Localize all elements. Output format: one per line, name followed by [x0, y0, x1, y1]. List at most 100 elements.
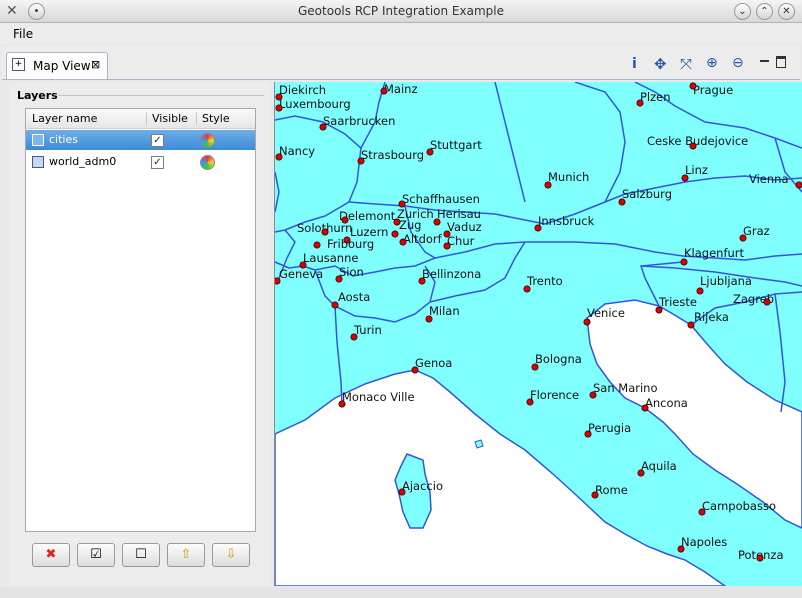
maximize-view-icon[interactable] — [776, 56, 786, 68]
column-header-layer-name[interactable]: Layer name — [32, 112, 97, 125]
city-label: Ljubljana — [700, 274, 752, 288]
city-label: Innsbruck — [538, 214, 595, 228]
visible-checkbox[interactable]: ✓ — [151, 156, 164, 169]
city-point[interactable] — [411, 366, 419, 374]
city-point[interactable] — [637, 469, 645, 477]
city-point[interactable] — [391, 230, 399, 238]
city-point[interactable] — [589, 391, 597, 399]
info-icon[interactable]: i — [632, 56, 637, 72]
city-label: Strasbourg — [361, 148, 424, 162]
remove-layer-button[interactable]: ✖ — [32, 543, 70, 567]
city-point[interactable] — [641, 404, 649, 412]
city-point[interactable] — [275, 153, 283, 161]
style-palette-icon[interactable] — [200, 155, 215, 170]
minimize-window-button[interactable]: ⌄ — [734, 3, 751, 20]
city-label: Turin — [353, 323, 382, 337]
city-point[interactable] — [795, 181, 802, 189]
layers-separator — [58, 95, 264, 96]
city-point[interactable] — [739, 234, 747, 242]
city-point[interactable] — [677, 545, 685, 553]
pan-icon[interactable]: ✥ — [654, 55, 667, 73]
city-point[interactable] — [425, 315, 433, 323]
city-label: Geneva — [279, 267, 323, 281]
city-label: Altdorf — [403, 232, 443, 246]
city-label: Florence — [530, 388, 579, 402]
city-point[interactable] — [680, 258, 688, 266]
city-point[interactable] — [331, 301, 339, 309]
city-point[interactable] — [689, 142, 697, 150]
map-svg[interactable]: DiekirchLuxembourg Mainz Plzen Prague Saarbr… — [275, 82, 802, 586]
city-point[interactable] — [636, 99, 644, 107]
city-point[interactable] — [689, 82, 697, 90]
zoom-in-icon[interactable]: ⊕ — [706, 55, 718, 71]
column-header-style[interactable]: Style — [202, 112, 230, 125]
city-label: Venice — [587, 306, 625, 320]
city-label: Aosta — [338, 290, 370, 304]
close-window-button[interactable]: ✕ — [778, 3, 795, 20]
zoom-extent-icon[interactable]: ⤧ — [680, 55, 692, 73]
city-point[interactable] — [380, 87, 388, 95]
city-label: Vienna — [749, 172, 789, 186]
city-point[interactable] — [696, 287, 704, 295]
layer-row-world-adm0[interactable]: world_adm0 ✓ — [26, 152, 255, 172]
uncheck-all-button[interactable]: ☐ — [122, 543, 160, 567]
city-point[interactable] — [698, 508, 706, 516]
city-label: Stuttgart — [430, 138, 482, 152]
city-point[interactable] — [321, 228, 329, 236]
city-label: Vaduz — [447, 220, 482, 234]
city-point[interactable] — [523, 285, 531, 293]
city-point[interactable] — [681, 174, 689, 182]
city-point[interactable] — [399, 238, 407, 246]
city-point[interactable] — [534, 224, 542, 232]
close-tab-icon[interactable]: ⊠ — [91, 58, 100, 71]
city-label: Trieste — [658, 295, 697, 309]
city-point[interactable] — [584, 430, 592, 438]
layers-table[interactable]: Layer name Visible Style cities ✓ world_… — [25, 108, 256, 532]
city-point[interactable] — [398, 488, 406, 496]
city-point[interactable] — [655, 306, 663, 314]
zoom-out-icon[interactable]: ⊖ — [732, 55, 744, 71]
column-header-visible[interactable]: Visible — [152, 112, 188, 125]
city-point[interactable] — [583, 318, 591, 326]
city-point[interactable] — [433, 218, 441, 226]
check-all-button[interactable]: ☑ — [77, 543, 115, 567]
move-layer-down-button[interactable]: ⇩ — [212, 543, 250, 567]
layer-name: world_adm0 — [49, 155, 117, 168]
city-label: Monaco Ville — [342, 390, 415, 404]
city-point[interactable] — [443, 242, 451, 250]
maximize-window-button[interactable]: ⌃ — [756, 3, 773, 20]
tab-map-view[interactable]: + Map View ⊠ — [6, 52, 108, 79]
city-point[interactable] — [313, 241, 321, 249]
city-label: Sion — [339, 265, 364, 279]
city-point[interactable] — [350, 333, 358, 341]
city-point[interactable] — [335, 275, 343, 283]
city-point[interactable] — [357, 157, 365, 165]
city-point[interactable] — [338, 400, 346, 408]
column-divider — [146, 112, 147, 125]
city-point[interactable] — [418, 277, 426, 285]
city-point[interactable] — [544, 181, 552, 189]
title-bar[interactable]: ✕ • Geotools RCP Integration Example ⌄ ⌃… — [0, 0, 802, 23]
city-point[interactable] — [756, 554, 764, 562]
menu-bar: File — [0, 23, 802, 44]
city-label: Graz — [743, 224, 770, 238]
map-canvas[interactable]: Diekirch Luxembourg Mainz Plzen Prague Saarbr… — [274, 82, 802, 586]
city-point[interactable] — [275, 277, 281, 285]
city-point[interactable] — [531, 363, 539, 371]
layer-row-cities[interactable]: cities ✓ — [26, 130, 255, 150]
menu-file[interactable]: File — [13, 27, 33, 41]
style-palette-icon[interactable] — [200, 133, 215, 148]
move-layer-up-button[interactable]: ⇧ — [167, 543, 205, 567]
city-point[interactable] — [591, 491, 599, 499]
city-point[interactable] — [618, 198, 626, 206]
city-label: Chur — [447, 234, 475, 248]
minimize-view-icon[interactable] — [760, 60, 769, 62]
city-point[interactable] — [319, 123, 327, 131]
city-point[interactable] — [763, 298, 771, 306]
city-label: Fribourg — [327, 237, 374, 251]
city-point[interactable] — [275, 104, 283, 112]
city-point[interactable] — [526, 398, 534, 406]
city-point[interactable] — [426, 148, 434, 156]
city-point[interactable] — [687, 321, 695, 329]
visible-checkbox[interactable]: ✓ — [151, 134, 164, 147]
